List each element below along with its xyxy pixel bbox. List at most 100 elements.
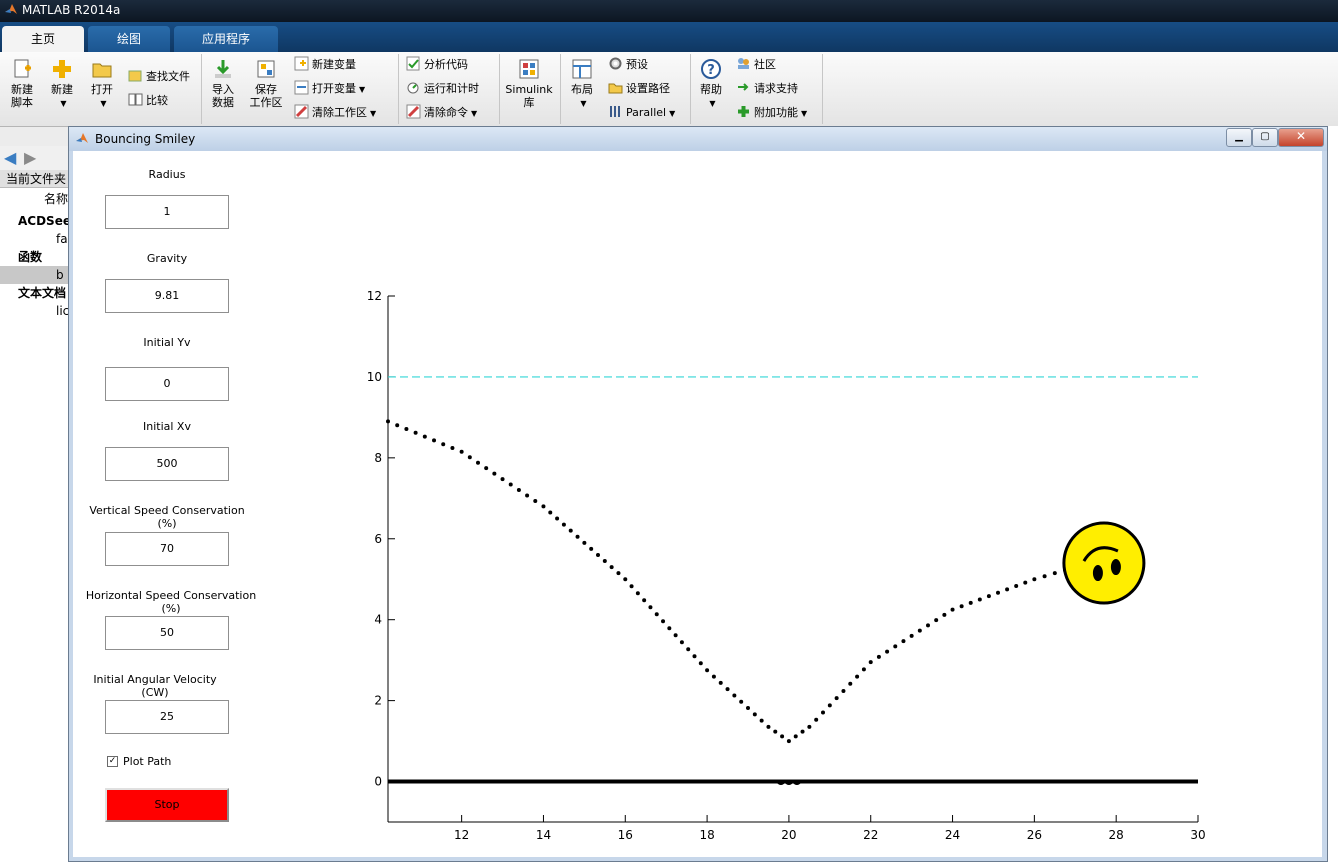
path-dot: [500, 477, 505, 482]
tab-plots[interactable]: 绘图: [88, 26, 170, 52]
clear-commands-button[interactable]: 清除命令 ▼: [406, 104, 477, 122]
maximize-button[interactable]: ▢: [1252, 128, 1278, 147]
path-dot: [533, 498, 538, 503]
back-arrow-icon[interactable]: ◀: [4, 148, 16, 167]
set-path-button[interactable]: 设置路径: [608, 80, 670, 98]
path-dot: [1052, 571, 1057, 576]
path-dot: [893, 644, 898, 649]
maximize-icon: ▢: [1260, 131, 1270, 142]
save-workspace-button[interactable]: 保存 工作区: [246, 58, 286, 109]
matlab-logo-icon: [76, 133, 88, 143]
tree-item[interactable]: 函数: [0, 248, 70, 266]
x-tick-label: 12: [454, 828, 469, 842]
y-tick-label: 6: [374, 532, 382, 546]
simulink-label: Simulink 库: [505, 83, 553, 109]
path-dot: [602, 559, 607, 564]
chevron-down-icon: ▼: [669, 109, 676, 118]
compare-button[interactable]: 比较: [128, 92, 168, 110]
request-support-icon: [738, 83, 749, 91]
figure-canvas: Radius 1 Gravity 9.81 Initial Yv 0 Initi…: [73, 151, 1322, 857]
parallel-label: Parallel: [626, 106, 667, 119]
figure-window: Bouncing Smiley ▁ ▢ ✕ Radius 1 Gravity 9…: [68, 126, 1328, 862]
path-dot: [404, 427, 409, 432]
layout-button[interactable]: 布局 ▼: [566, 58, 598, 110]
path-dot: [450, 445, 455, 450]
ribbon: 新建 脚本 新建 ▼ 打开 ▼ 查找文件 比较 导入 数据 保存 工作区 新建变量 …: [0, 52, 1338, 127]
navigation-toolbar: ◀ ▶: [0, 146, 70, 170]
path-dot: [855, 674, 860, 679]
path-dot: [1023, 580, 1028, 585]
tab-apps[interactable]: 应用程序: [174, 26, 278, 52]
path-dot: [848, 681, 853, 686]
path-dot: [654, 612, 659, 617]
y-tick-label: 8: [374, 451, 382, 465]
new-variable-icon: [294, 56, 309, 71]
parallel-button[interactable]: Parallel ▼: [608, 104, 675, 122]
matlab-logo-icon: [5, 4, 17, 14]
path-dot: [950, 607, 955, 612]
tree-item[interactable]: fa: [0, 230, 70, 248]
community-button[interactable]: 社区: [736, 56, 776, 74]
folder-icon: [92, 63, 112, 78]
clear-workspace-icon: [294, 104, 309, 119]
path-dot: [422, 434, 427, 439]
minimize-icon: ▁: [1235, 131, 1243, 142]
new-script-button[interactable]: 新建 脚本: [6, 58, 38, 109]
help-button[interactable]: ? 帮助 ▼: [696, 58, 726, 110]
preferences-button[interactable]: 预设: [608, 56, 648, 74]
name-column-header[interactable]: 名称: [0, 190, 70, 208]
close-button[interactable]: ✕: [1278, 128, 1324, 147]
find-files-icon: [128, 70, 142, 82]
tree-item[interactable]: ACDSee: [0, 212, 70, 230]
gear-icon: [609, 57, 622, 70]
forward-arrow-icon[interactable]: ▶: [24, 148, 36, 167]
add-ons-button[interactable]: 附加功能 ▼: [736, 104, 807, 122]
tree-item[interactable]: lic: [0, 302, 70, 320]
analyze-code-button[interactable]: 分析代码: [406, 56, 468, 74]
figure-titlebar[interactable]: Bouncing Smiley ▁ ▢ ✕: [69, 127, 1327, 151]
path-dot: [705, 668, 710, 673]
open-button[interactable]: 打开 ▼: [86, 58, 118, 110]
x-tick-label: 22: [863, 828, 878, 842]
y-tick-label: 4: [374, 613, 382, 627]
path-dot: [548, 510, 553, 515]
plot-axes[interactable]: 02468101212 14 16 18 20 22 24 26 28 30: [73, 151, 1322, 857]
tab-home[interactable]: 主页: [2, 26, 84, 52]
path-dot: [968, 600, 973, 605]
path-dot: [1014, 583, 1019, 588]
app-titlebar: MATLAB R2014a: [0, 0, 1338, 22]
path-dot: [516, 488, 521, 493]
simulink-library-button[interactable]: Simulink 库: [505, 58, 553, 109]
tree-item[interactable]: b: [0, 266, 70, 284]
path-dot: [861, 667, 866, 672]
path-dot: [934, 618, 939, 623]
open-variable-button[interactable]: 打开变量 ▼: [294, 80, 365, 98]
clear-workspace-button[interactable]: 清除工作区 ▼: [294, 104, 376, 122]
request-support-button[interactable]: 请求支持: [736, 80, 798, 98]
path-dot: [725, 687, 730, 692]
compare-label: 比较: [146, 94, 168, 107]
path-dot: [596, 552, 600, 557]
path-dot: [977, 597, 982, 602]
analyze-code-icon: [406, 56, 420, 71]
add-ons-label: 附加功能: [754, 106, 798, 119]
compare-icon: [128, 93, 143, 106]
new-button[interactable]: 新建 ▼: [46, 58, 78, 110]
path-dot: [541, 504, 546, 509]
tree-item[interactable]: 文本文档: [0, 284, 70, 302]
path-dot: [739, 699, 744, 704]
run-and-time-button[interactable]: 运行和计时: [406, 80, 479, 98]
path-dot: [827, 703, 832, 708]
new-variable-button[interactable]: 新建变量: [294, 56, 356, 74]
svg-text:?: ?: [707, 63, 715, 78]
simulink-icon: [519, 59, 539, 79]
find-files-button[interactable]: 查找文件: [128, 68, 190, 86]
path-dot: [917, 628, 922, 633]
path-dot: [413, 430, 418, 435]
minimize-button[interactable]: ▁: [1226, 128, 1252, 147]
path-dot: [1042, 574, 1047, 579]
new-variable-label: 新建变量: [312, 58, 356, 71]
y-tick-label: 12: [367, 289, 382, 303]
import-data-button[interactable]: 导入 数据: [206, 58, 240, 109]
path-dot: [780, 734, 785, 739]
